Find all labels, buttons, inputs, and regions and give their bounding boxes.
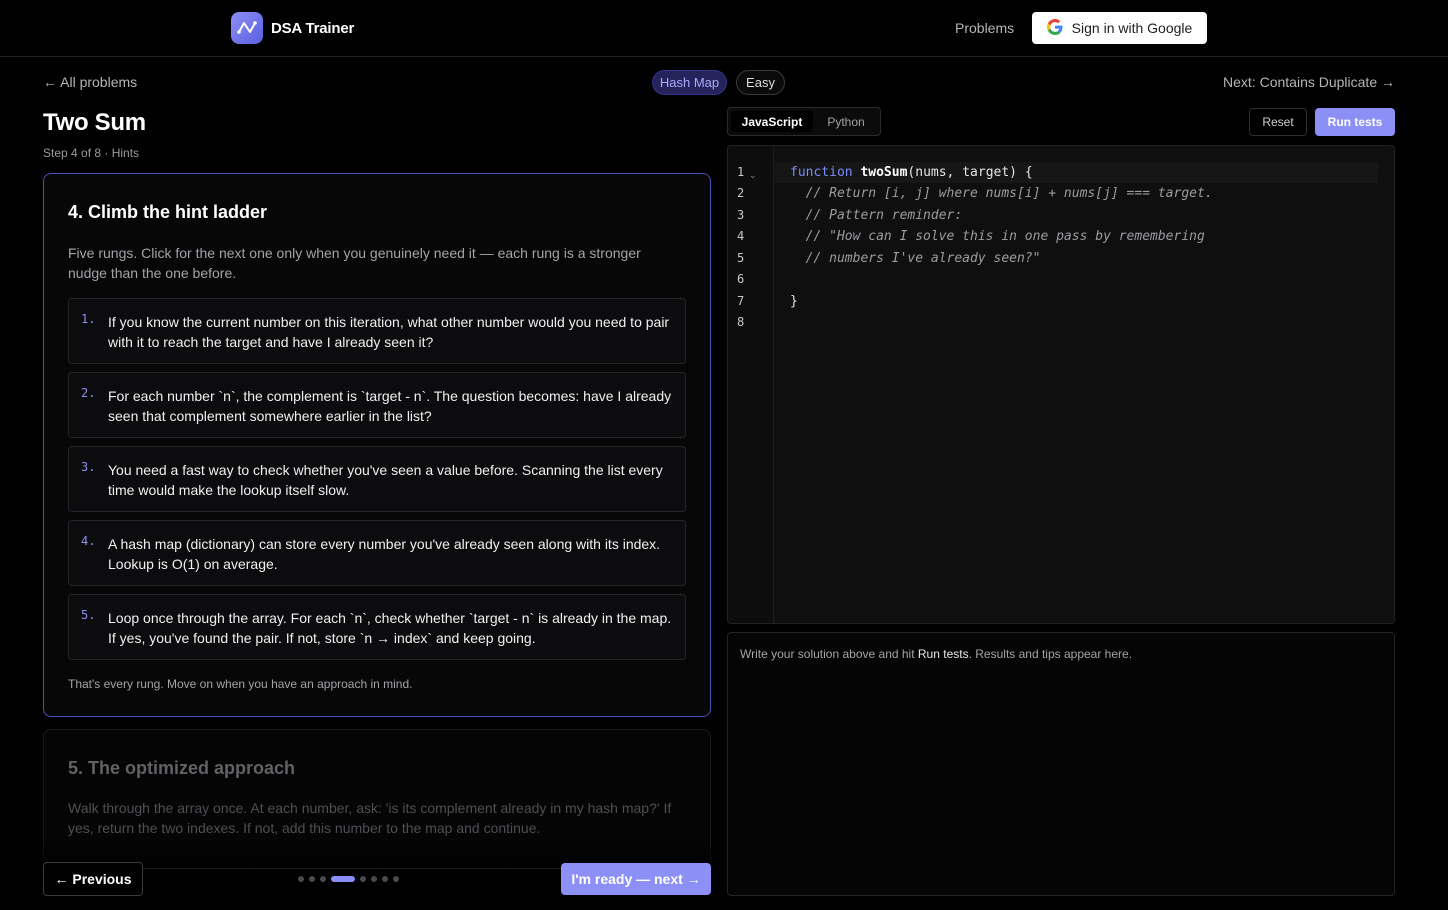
brand[interactable]: DSA Trainer bbox=[231, 12, 354, 44]
step-heading: 4. Climb the hint ladder bbox=[68, 202, 268, 222]
code-function-name: twoSum bbox=[860, 165, 908, 180]
code-closing-brace: } bbox=[790, 294, 798, 309]
step-description: Five rungs. Click for the next one only … bbox=[68, 245, 641, 281]
line-number: 5 bbox=[737, 251, 745, 265]
sign-in-google-button[interactable]: Sign in with Google bbox=[1032, 12, 1207, 44]
hint-rung[interactable]: 5. Loop once through the array. For each… bbox=[68, 594, 686, 660]
hint-rung[interactable]: 1. If you know the current number on thi… bbox=[68, 298, 686, 364]
reset-button[interactable]: Reset bbox=[1249, 108, 1307, 136]
hint-rung[interactable]: 2. For each number `n`, the complement i… bbox=[68, 372, 686, 438]
hint-text: If you know the current number on this i… bbox=[108, 314, 670, 350]
code-editor[interactable]: 1 ⌄ 2 3 4 5 6 7 8 function twoSum(nums, … bbox=[727, 145, 1395, 624]
code-comment: // Return [i, j] where nums[i] + nums[j]… bbox=[790, 186, 1213, 201]
step-dot[interactable] bbox=[298, 876, 304, 882]
code-comment: // Pattern reminder: bbox=[790, 208, 963, 223]
step-card-hints: 4. Climb the hint ladder Five rungs. Cli… bbox=[43, 173, 711, 717]
step-indicator: Step 4 of 8 · Hints bbox=[43, 146, 140, 160]
step-dot[interactable] bbox=[309, 876, 315, 882]
code-keyword: function bbox=[790, 165, 853, 180]
line-number: 2 bbox=[737, 186, 745, 200]
results-text-pre: Write your solution above and hit bbox=[740, 647, 918, 661]
results-panel: Write your solution above and hit Run te… bbox=[727, 632, 1395, 896]
line-gutter: 1 ⌄ 2 3 4 5 6 7 8 bbox=[728, 146, 774, 623]
hints-footer: That's every rung. Move on when you have… bbox=[68, 677, 413, 691]
topic-tag: Hash Map bbox=[652, 70, 727, 95]
hint-number: 4. bbox=[81, 534, 96, 548]
sign-in-label: Sign in with Google bbox=[1071, 20, 1193, 36]
hint-text: For each number `n`, the complement is `… bbox=[108, 388, 672, 424]
language-tabs: JavaScript Python bbox=[727, 107, 881, 136]
nav-problems-link[interactable]: Problems bbox=[955, 20, 1014, 36]
run-tests-button[interactable]: Run tests bbox=[1315, 108, 1395, 136]
hint-text: A hash map (dictionary) can store every … bbox=[108, 536, 661, 572]
tab-python[interactable]: Python bbox=[816, 111, 876, 132]
all-problems-link[interactable]: ← All problems bbox=[43, 74, 137, 90]
step-progress-dots bbox=[298, 876, 399, 882]
difficulty-badge: Easy bbox=[736, 70, 785, 95]
code-params: (nums, target) { bbox=[907, 165, 1033, 180]
hint-number: 5. bbox=[81, 608, 96, 622]
next-step-description: Walk through the array once. At each num… bbox=[68, 800, 672, 836]
line-number: 1 bbox=[737, 165, 745, 179]
line-number: 7 bbox=[737, 294, 745, 308]
code-line: function twoSum(nums, target) { bbox=[790, 165, 1033, 180]
page-title: Two Sum bbox=[43, 109, 146, 136]
line-number: 3 bbox=[737, 208, 745, 222]
brand-logo-icon bbox=[231, 12, 263, 44]
top-bar: DSA Trainer Problems Sign in with Google bbox=[0, 0, 1448, 57]
ready-next-button[interactable]: I'm ready — next → bbox=[561, 863, 711, 895]
brand-name: DSA Trainer bbox=[271, 19, 355, 37]
code-comment: // numbers I've already seen?" bbox=[790, 251, 1041, 266]
hint-number: 3. bbox=[81, 460, 96, 474]
next-step-heading: 5. The optimized approach bbox=[68, 758, 296, 778]
line-number: 8 bbox=[737, 315, 745, 329]
line-number: 4 bbox=[737, 229, 745, 243]
hint-rung[interactable]: 3. You need a fast way to check whether … bbox=[68, 446, 686, 512]
line-number: 6 bbox=[737, 272, 745, 286]
code-comment: // "How can I solve this in one pass by … bbox=[790, 229, 1205, 244]
fold-chevron-icon[interactable]: ⌄ bbox=[749, 170, 757, 181]
hint-text: You need a fast way to check whether you… bbox=[108, 462, 663, 498]
next-problem-link[interactable]: Next: Contains Duplicate → bbox=[1223, 74, 1395, 90]
results-text-emph: Run tests bbox=[917, 647, 969, 661]
step-dot[interactable] bbox=[371, 876, 377, 882]
step-dot[interactable] bbox=[393, 876, 399, 882]
step-dot[interactable] bbox=[382, 876, 388, 882]
tab-javascript[interactable]: JavaScript bbox=[731, 111, 813, 132]
hint-text: Loop once through the array. For each `n… bbox=[108, 610, 672, 646]
step-dot[interactable] bbox=[320, 876, 326, 882]
previous-button[interactable]: ← Previous bbox=[43, 862, 143, 896]
google-icon bbox=[1046, 18, 1063, 38]
results-text-post: . Results and tips appear here. bbox=[968, 647, 1133, 661]
step-dot[interactable] bbox=[360, 876, 366, 882]
hint-number: 1. bbox=[81, 312, 96, 326]
hint-rung[interactable]: 4. A hash map (dictionary) can store eve… bbox=[68, 520, 686, 586]
hint-number: 2. bbox=[81, 386, 96, 400]
step-dot[interactable] bbox=[331, 876, 355, 882]
results-placeholder: Write your solution above and hit Run te… bbox=[740, 647, 1132, 661]
